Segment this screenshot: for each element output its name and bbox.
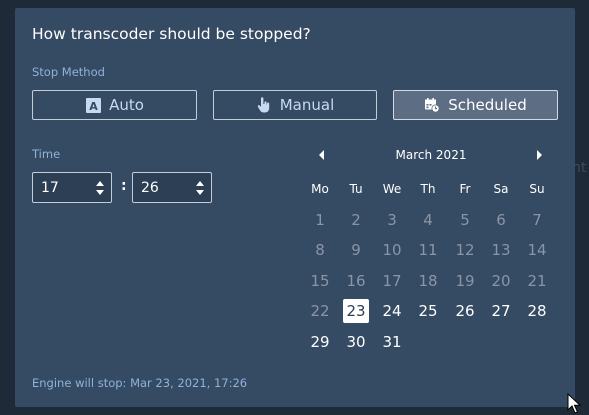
hour-value: 17: [41, 180, 59, 196]
calendar-day: 3: [387, 211, 397, 229]
calendar-day: 12: [455, 241, 475, 259]
auto-method-label: Auto: [109, 96, 144, 114]
weekday-header: Mo: [311, 182, 329, 196]
calendar-day: 8: [315, 241, 325, 259]
weekday-header: Fr: [459, 182, 471, 196]
hand-pointer-icon: [256, 97, 272, 113]
calendar-day: 17: [382, 272, 402, 290]
calendar-day: 15: [310, 272, 330, 290]
calendar-day[interactable]: 25: [415, 299, 441, 323]
calendar-day[interactable]: 31: [379, 330, 405, 354]
weekday-header: Tu: [349, 182, 363, 196]
calendar-day[interactable]: 26: [452, 299, 478, 323]
stop-transcoder-dialog: How transcoder should be stopped? Stop M…: [15, 8, 575, 407]
weekday-header: We: [382, 182, 402, 196]
calendar-day: 6: [496, 211, 506, 229]
scheduled-method-label: Scheduled: [448, 96, 527, 114]
calendar-day: 11: [418, 241, 438, 259]
auto-a-icon: A: [85, 97, 101, 113]
weekday-header: Su: [529, 182, 545, 196]
hour-spinner[interactable]: 17: [32, 172, 112, 203]
minute-spin-arrows-icon[interactable]: [195, 178, 205, 198]
calendar-day[interactable]: 27: [488, 299, 514, 323]
calendar-day: 18: [418, 272, 438, 290]
calendar-day[interactable]: 29: [307, 330, 333, 354]
calendar-day: 10: [382, 241, 402, 259]
calendar-day: 5: [460, 211, 470, 229]
calendar-clock-icon: [424, 97, 440, 113]
calendar-day-selected[interactable]: 23: [343, 299, 369, 323]
calendar-day: 2: [351, 211, 361, 229]
calendar-day: 14: [527, 241, 547, 259]
calendar-day: 20: [491, 272, 511, 290]
calendar-day: 13: [491, 241, 511, 259]
next-month-icon[interactable]: [534, 149, 544, 161]
calendar-day[interactable]: 28: [524, 299, 550, 323]
calendar-day: 19: [455, 272, 475, 290]
calendar-day: 16: [346, 272, 366, 290]
dialog-title: How transcoder should be stopped?: [32, 25, 311, 43]
minute-value: 26: [141, 180, 159, 196]
calendar-day: 4: [423, 211, 433, 229]
hour-spin-arrows-icon[interactable]: [95, 178, 105, 198]
weekday-header: Th: [420, 182, 436, 196]
calendar-day: 9: [351, 241, 361, 259]
manual-method-label: Manual: [279, 96, 335, 114]
time-separator: :: [121, 178, 127, 194]
weekday-header: Sa: [493, 182, 509, 196]
prev-month-icon[interactable]: [317, 149, 327, 161]
calendar-day[interactable]: 30: [343, 330, 369, 354]
calendar-day: 1: [315, 211, 325, 229]
minute-spinner[interactable]: 26: [132, 172, 212, 203]
stop-method-label: Stop Method: [32, 65, 105, 79]
calendar-day: 21: [527, 272, 547, 290]
manual-method-button[interactable]: Manual: [213, 90, 377, 120]
calendar-day[interactable]: 24: [379, 299, 405, 323]
time-label: Time: [32, 147, 61, 161]
calendar-month-title: March 2021: [395, 148, 467, 162]
scheduled-method-button[interactable]: Scheduled: [393, 90, 558, 120]
auto-method-button[interactable]: A Auto: [32, 90, 197, 120]
calendar-day: 7: [532, 211, 542, 229]
svg-text:A: A: [89, 100, 98, 113]
calendar-day: 22: [310, 302, 330, 320]
mouse-cursor-icon: [567, 393, 581, 414]
engine-stop-summary: Engine will stop: Mar 23, 2021, 17:26: [32, 376, 248, 390]
